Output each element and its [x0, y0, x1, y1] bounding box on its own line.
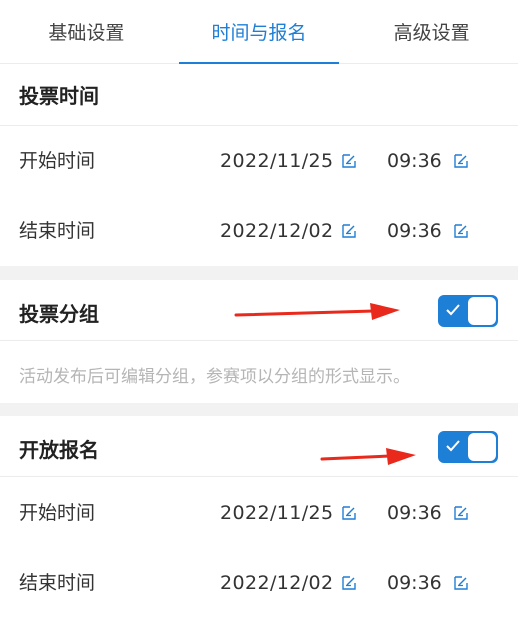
annotation-arrow	[234, 303, 400, 320]
registration-start-row: 开始时间 2022/11/25 09:36	[0, 478, 518, 548]
tab-time-and-registration[interactable]: 时间与报名	[173, 0, 346, 64]
registration-end-date[interactable]: 2022/12/02	[220, 548, 334, 618]
registration-start-time[interactable]: 09:36	[387, 478, 442, 548]
vote-group-title: 投票分组	[19, 302, 99, 326]
registration-start-label: 开始时间	[19, 502, 96, 524]
edit-icon[interactable]	[341, 153, 357, 169]
edit-icon[interactable]	[341, 505, 357, 521]
vote-end-time[interactable]: 09:36	[387, 196, 442, 266]
vote-end-date[interactable]: 2022/12/02	[220, 196, 334, 266]
tab-label: 高级设置	[393, 22, 470, 44]
vote-end-label: 结束时间	[19, 220, 96, 242]
divider	[0, 476, 518, 477]
vote-start-time[interactable]: 09:36	[387, 126, 442, 196]
registration-toggle[interactable]	[438, 431, 498, 463]
tab-advanced-settings[interactable]: 高级设置	[345, 0, 518, 63]
vote-group-toggle[interactable]	[438, 295, 498, 327]
divider	[0, 340, 518, 341]
vote-start-row: 开始时间 2022/11/25 09:36	[0, 126, 518, 196]
edit-icon[interactable]	[453, 153, 469, 169]
edit-icon[interactable]	[453, 575, 469, 591]
annotation-arrow	[320, 448, 416, 465]
check-icon	[446, 304, 460, 316]
toggle-knob	[468, 433, 496, 461]
tab-bar: 基础设置 时间与报名 高级设置	[0, 0, 518, 64]
vote-time-title: 投票时间	[19, 84, 99, 108]
tab-label: 时间与报名	[211, 22, 307, 44]
edit-icon[interactable]	[453, 505, 469, 521]
check-icon	[446, 440, 460, 452]
vote-start-date[interactable]: 2022/11/25	[220, 126, 334, 196]
registration-end-row: 结束时间 2022/12/02 09:36	[0, 548, 518, 618]
vote-group-hint: 活动发布后可编辑分组，参赛项以分组的形式显示。	[19, 367, 410, 387]
active-tab-indicator	[178, 62, 340, 64]
edit-icon[interactable]	[341, 575, 357, 591]
section-gap	[0, 403, 518, 416]
edit-icon[interactable]	[453, 223, 469, 239]
registration-end-label: 结束时间	[19, 572, 96, 594]
section-gap	[0, 266, 518, 280]
tab-label: 基础设置	[48, 22, 125, 44]
tab-basic-settings[interactable]: 基础设置	[0, 0, 173, 63]
vote-end-row: 结束时间 2022/12/02 09:36	[0, 196, 518, 266]
edit-icon[interactable]	[341, 223, 357, 239]
registration-start-date[interactable]: 2022/11/25	[220, 478, 334, 548]
toggle-knob	[468, 297, 496, 325]
registration-end-time[interactable]: 09:36	[387, 548, 442, 618]
vote-start-label: 开始时间	[19, 150, 96, 172]
registration-title: 开放报名	[19, 438, 99, 462]
